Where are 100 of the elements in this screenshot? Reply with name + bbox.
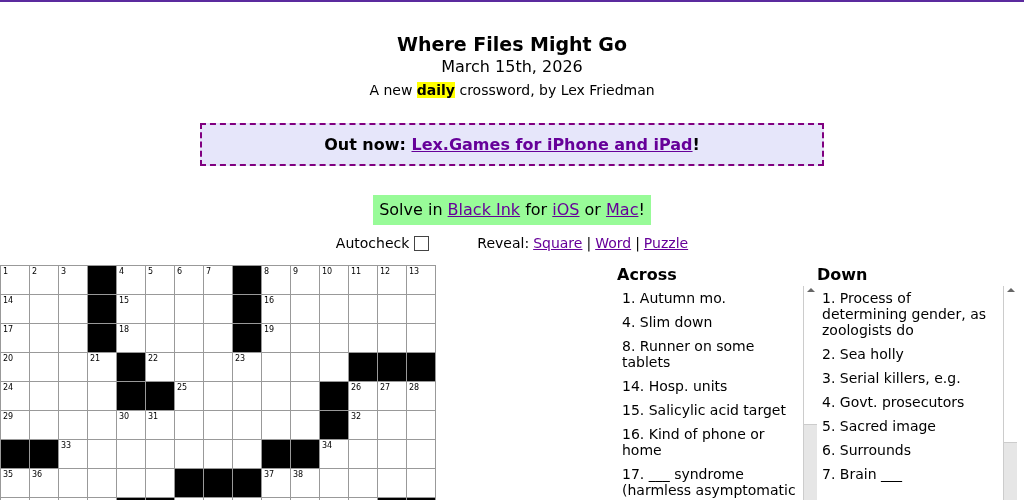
clue-item[interactable]: 4. Govt. prosecutors [817, 390, 1003, 414]
grid-square[interactable] [320, 353, 348, 381]
grid-square[interactable] [262, 353, 290, 381]
grid-square[interactable]: 17 [1, 324, 29, 352]
grid-square[interactable]: 6 [175, 266, 203, 294]
grid-square[interactable]: 2 [30, 266, 58, 294]
grid-square[interactable] [378, 469, 406, 497]
grid-square[interactable] [30, 382, 58, 410]
grid-square[interactable] [175, 295, 203, 323]
grid-square[interactable] [88, 411, 116, 439]
reveal-link[interactable]: Puzzle [643, 235, 689, 251]
grid-square[interactable] [59, 382, 87, 410]
grid-square[interactable] [291, 382, 319, 410]
grid-square[interactable]: 9 [291, 266, 319, 294]
grid-square[interactable]: 32 [349, 411, 377, 439]
grid-square[interactable] [262, 411, 290, 439]
grid-square[interactable] [407, 469, 435, 497]
grid-square[interactable] [59, 411, 87, 439]
clue-item[interactable]: 1. Autumn mo. [617, 286, 803, 310]
grid-square[interactable]: 7 [204, 266, 232, 294]
grid-square[interactable]: 14 [1, 295, 29, 323]
clue-item[interactable]: 8. Runner on some tablets [617, 334, 803, 374]
grid-square[interactable]: 20 [1, 353, 29, 381]
app-link[interactable]: Lex.Games for iPhone and iPad [411, 135, 693, 154]
grid-square[interactable] [146, 469, 174, 497]
grid-square[interactable]: 16 [262, 295, 290, 323]
grid-square[interactable] [146, 324, 174, 352]
grid-square[interactable]: 27 [378, 382, 406, 410]
grid-square[interactable] [117, 440, 145, 468]
grid-square[interactable] [59, 295, 87, 323]
grid-square[interactable]: 24 [1, 382, 29, 410]
grid-square[interactable]: 36 [30, 469, 58, 497]
grid-square[interactable] [349, 324, 377, 352]
grid-square[interactable] [30, 353, 58, 381]
grid-square[interactable]: 13 [407, 266, 435, 294]
grid-square[interactable] [349, 440, 377, 468]
grid-square[interactable]: 37 [262, 469, 290, 497]
grid-square[interactable]: 26 [349, 382, 377, 410]
grid-square[interactable] [175, 353, 203, 381]
grid-square[interactable] [204, 353, 232, 381]
grid-square[interactable] [291, 411, 319, 439]
grid-square[interactable] [59, 324, 87, 352]
grid-square[interactable] [204, 440, 232, 468]
grid-square[interactable]: 21 [88, 353, 116, 381]
grid-square[interactable] [407, 324, 435, 352]
grid-square[interactable]: 34 [320, 440, 348, 468]
reveal-link[interactable]: Square [533, 235, 583, 251]
grid-square[interactable]: 19 [262, 324, 290, 352]
grid-square[interactable] [175, 324, 203, 352]
grid-square[interactable] [30, 324, 58, 352]
grid-square[interactable] [378, 440, 406, 468]
grid-square[interactable] [204, 295, 232, 323]
grid-square[interactable] [291, 324, 319, 352]
grid-square[interactable] [204, 411, 232, 439]
reveal-link[interactable]: Word [595, 235, 632, 251]
grid-square[interactable] [349, 469, 377, 497]
grid-square[interactable] [233, 411, 261, 439]
grid-square[interactable] [88, 382, 116, 410]
clue-item[interactable]: 16. Kind of phone or home [617, 422, 803, 462]
grid-square[interactable]: 25 [175, 382, 203, 410]
grid-square[interactable] [59, 469, 87, 497]
grid-square[interactable]: 30 [117, 411, 145, 439]
grid-square[interactable]: 18 [117, 324, 145, 352]
clue-item[interactable]: 17. ___ syndrome (harmless asymptomatic [617, 462, 803, 500]
grid-square[interactable]: 12 [378, 266, 406, 294]
grid-square[interactable]: 5 [146, 266, 174, 294]
grid-square[interactable] [175, 440, 203, 468]
grid-square[interactable] [291, 353, 319, 381]
grid-square[interactable] [175, 411, 203, 439]
grid-square[interactable] [146, 440, 174, 468]
clue-item[interactable]: 5. Sacred image [817, 414, 1003, 438]
grid-square[interactable] [378, 295, 406, 323]
grid-square[interactable] [233, 440, 261, 468]
autocheck-checkbox[interactable] [414, 236, 430, 251]
grid-square[interactable]: 3 [59, 266, 87, 294]
grid-square[interactable] [320, 469, 348, 497]
grid-square[interactable]: 31 [146, 411, 174, 439]
grid-square[interactable]: 11 [349, 266, 377, 294]
grid-square[interactable] [262, 382, 290, 410]
app-link[interactable]: Mac [606, 200, 639, 219]
clue-item[interactable]: 14. Hosp. units [617, 374, 803, 398]
grid-square[interactable]: 33 [59, 440, 87, 468]
grid-square[interactable]: 23 [233, 353, 261, 381]
app-link[interactable]: Black Ink [447, 200, 521, 219]
grid-square[interactable]: 28 [407, 382, 435, 410]
grid-square[interactable] [88, 440, 116, 468]
app-link[interactable]: iOS [552, 200, 580, 219]
grid-square[interactable]: 22 [146, 353, 174, 381]
clue-item[interactable]: 4. Slim down [617, 310, 803, 334]
grid-square[interactable] [146, 295, 174, 323]
grid-square[interactable] [407, 440, 435, 468]
grid-square[interactable] [291, 295, 319, 323]
grid-square[interactable] [59, 353, 87, 381]
grid-square[interactable] [233, 382, 261, 410]
grid-square[interactable]: 10 [320, 266, 348, 294]
grid-square[interactable] [378, 324, 406, 352]
grid-square[interactable]: 29 [1, 411, 29, 439]
clue-item[interactable]: 15. Salicylic acid target [617, 398, 803, 422]
clue-item[interactable]: 1. Process of determining gender, as zoologists do [817, 286, 1003, 342]
grid-square[interactable]: 8 [262, 266, 290, 294]
